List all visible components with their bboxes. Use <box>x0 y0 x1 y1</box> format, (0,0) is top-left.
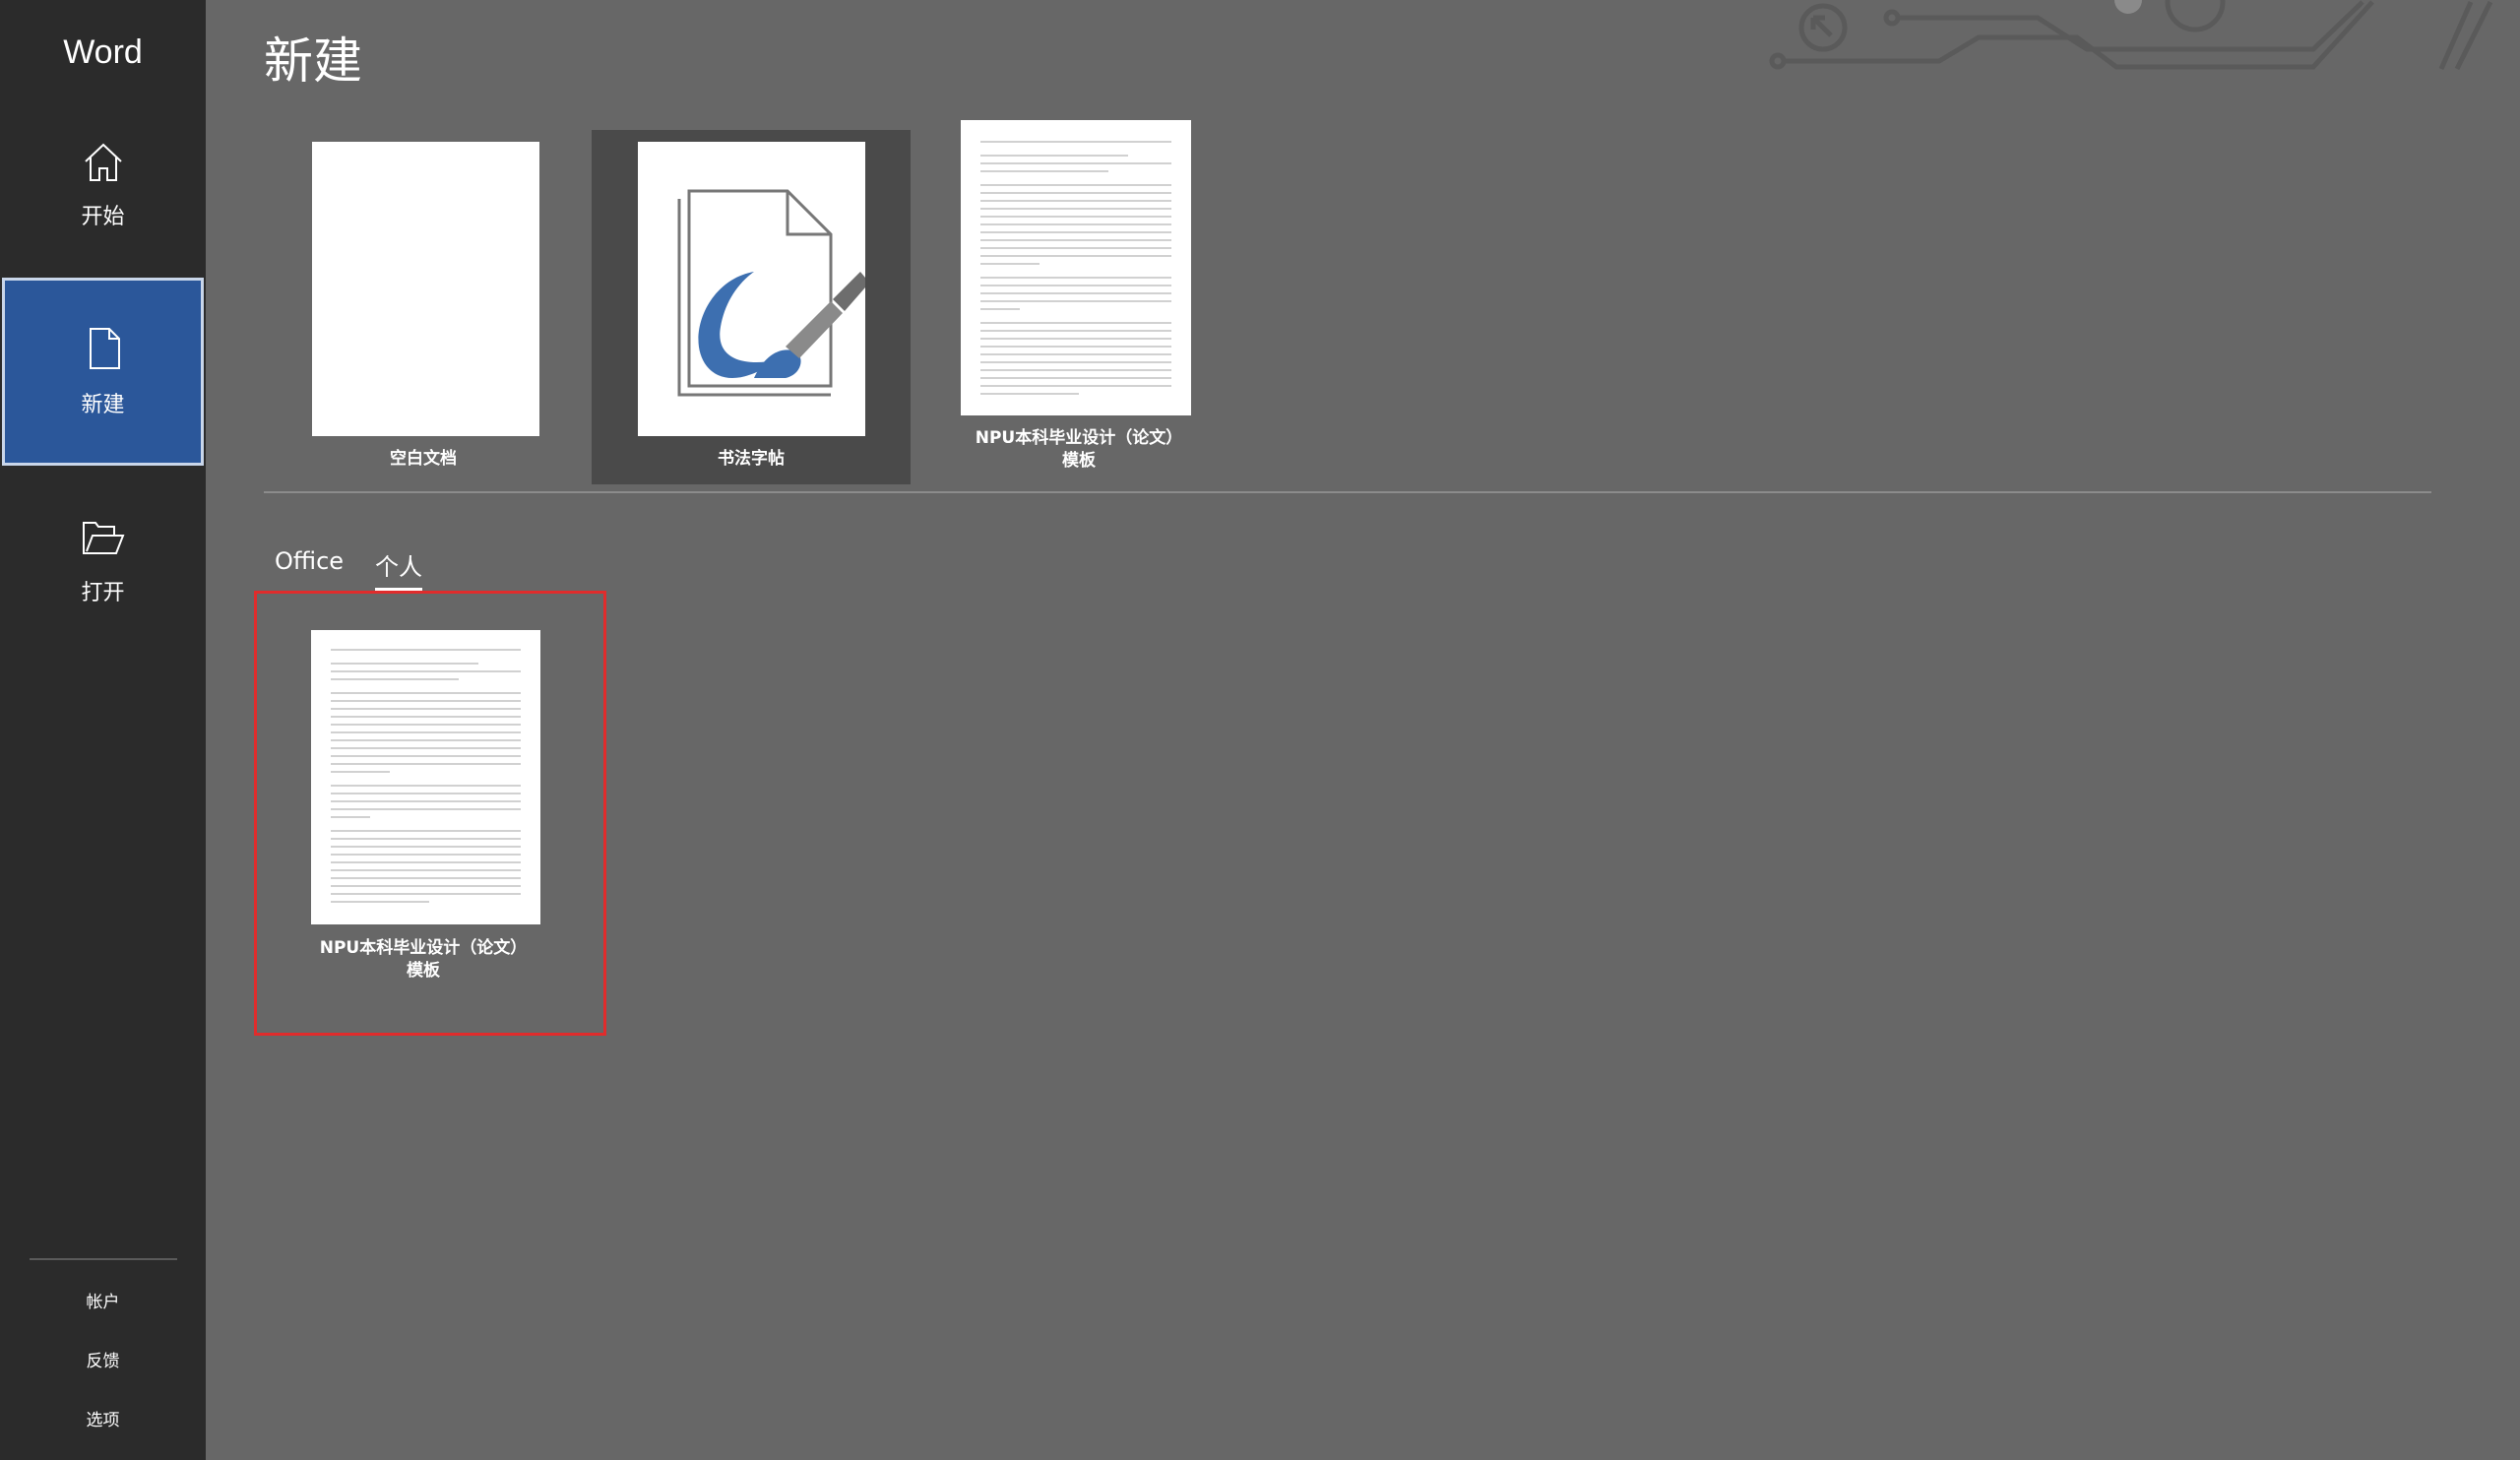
nav-open[interactable]: 打开 <box>2 492 204 675</box>
account-link[interactable]: 帐户 <box>0 1288 206 1312</box>
nav-new[interactable]: 新建 <box>2 278 204 466</box>
template-calligraphy[interactable]: 书法字帖 <box>592 130 911 484</box>
template-label-line2: 模板 <box>407 961 440 981</box>
open-folder-icon <box>83 522 125 554</box>
calligraphy-thumbnail <box>638 142 865 436</box>
nav-home-label: 开始 <box>81 205 125 229</box>
template-label-line1: NPU本科毕业设计（论文） <box>975 428 1183 448</box>
template-blank-document[interactable]: 空白文档 <box>264 130 583 484</box>
section-divider <box>264 491 2431 493</box>
app-title: Word <box>63 33 143 71</box>
blank-document-thumbnail <box>312 142 539 436</box>
template-label: 书法字帖 <box>718 449 785 469</box>
text-document-icon <box>980 141 1171 395</box>
nav-open-label: 打开 <box>81 581 125 605</box>
text-document-icon <box>331 649 521 903</box>
new-document-icon <box>90 328 120 369</box>
feedback-link[interactable]: 反馈 <box>0 1347 206 1371</box>
home-icon <box>85 143 122 181</box>
nav-new-label: 新建 <box>81 393 125 417</box>
calligraphy-brush-icon <box>677 189 865 397</box>
tab-office[interactable]: Office <box>275 547 344 581</box>
sidebar-divider <box>30 1258 177 1260</box>
template-label: 空白文档 <box>390 449 457 469</box>
npu-thesis-thumbnail <box>311 630 540 924</box>
backstage-sidebar: Word 开始 新建 打开 帐户 反馈 选项 <box>0 0 206 1460</box>
personal-template-npu-thesis[interactable]: NPU本科毕业设计（论文） 模板 <box>264 618 583 992</box>
template-label-line1: NPU本科毕业设计（论文） <box>319 938 528 958</box>
npu-thesis-thumbnail <box>961 120 1191 415</box>
template-label-line2: 模板 <box>1062 451 1096 471</box>
word-backstage: Word 开始 新建 打开 帐户 反馈 选项 新建 空白文档 书法字帖 NPU本… <box>0 0 2520 1460</box>
page-title: 新建 <box>264 32 362 90</box>
template-npu-thesis[interactable]: NPU本科毕业设计（论文） 模板 <box>919 120 1238 484</box>
options-link[interactable]: 选项 <box>0 1406 206 1430</box>
tab-personal[interactable]: 个人 <box>375 547 422 591</box>
circuit-decoration-icon <box>1769 0 2493 71</box>
